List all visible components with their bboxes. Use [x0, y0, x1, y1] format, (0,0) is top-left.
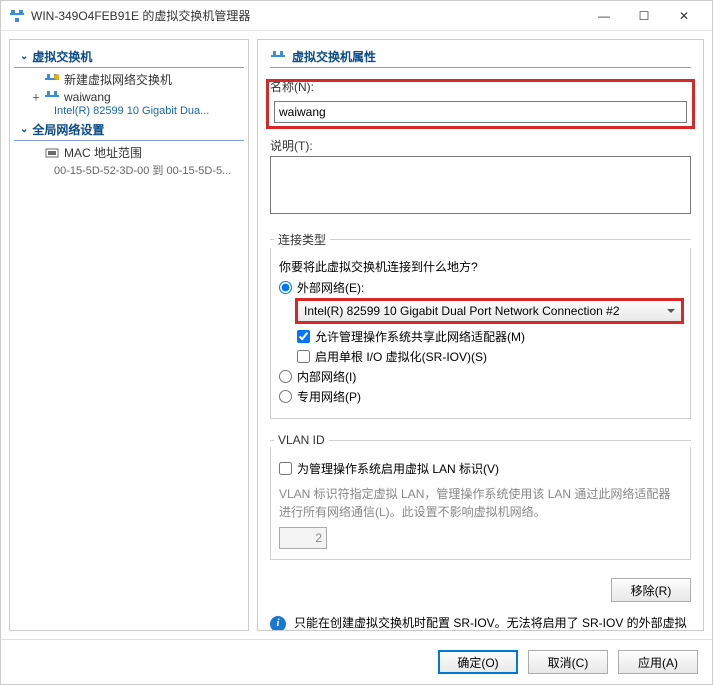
- cancel-button[interactable]: 取消(C): [528, 650, 608, 674]
- radio-internal[interactable]: [279, 370, 292, 383]
- info-row: i 只能在创建虚拟交换机时配置 SR-IOV。无法将启用了 SR-IOV 的外部…: [270, 614, 691, 631]
- remove-button[interactable]: 移除(R): [611, 578, 691, 602]
- connection-group: 连接类型 你要将此虚拟交换机连接到什么地方? 外部网络(E): Intel(R)…: [270, 231, 691, 419]
- titlebar: WIN-349O4FEB91E 的虚拟交换机管理器 — ☐ ✕: [1, 1, 712, 31]
- cb-vlan[interactable]: [279, 462, 292, 475]
- radio-internal-row[interactable]: 内部网络(I): [279, 368, 682, 385]
- tree-item-waiwang[interactable]: + waiwang: [10, 89, 248, 105]
- app-icon: [9, 8, 25, 24]
- content: ⌄ 虚拟交换机 新建虚拟网络交换机 + waiwang Intel(R) 825…: [1, 31, 712, 639]
- radio-external-label: 外部网络(E):: [297, 279, 364, 296]
- main-header-label: 虚拟交换机属性: [292, 48, 376, 65]
- radio-external-row[interactable]: 外部网络(E):: [279, 279, 682, 296]
- sidebar: ⌄ 虚拟交换机 新建虚拟网络交换机 + waiwang Intel(R) 825…: [9, 39, 249, 631]
- connection-question: 你要将此虚拟交换机连接到什么地方?: [279, 258, 682, 275]
- minimize-button[interactable]: —: [584, 2, 624, 30]
- info-icon: i: [270, 616, 286, 631]
- cb-allow-mgmt[interactable]: [297, 330, 310, 343]
- info-text: 只能在创建虚拟交换机时配置 SR-IOV。无法将启用了 SR-IOV 的外部虚拟…: [294, 614, 691, 631]
- radio-internal-label: 内部网络(I): [297, 368, 356, 385]
- cb-allow-mgmt-row[interactable]: 允许管理操作系统共享此网络适配器(M): [297, 328, 682, 345]
- adapter-dropdown[interactable]: Intel(R) 82599 10 Gigabit Dual Port Netw…: [297, 300, 682, 322]
- radio-private-label: 专用网络(P): [297, 388, 361, 405]
- connection-group-title: 连接类型: [274, 231, 330, 248]
- tree-item-label: 新建虚拟网络交换机: [64, 71, 172, 88]
- cb-vlan-label: 为管理操作系统启用虚拟 LAN 标识(V): [297, 460, 499, 477]
- new-switch-icon: [44, 73, 60, 87]
- window-title: WIN-349O4FEB91E 的虚拟交换机管理器: [31, 7, 584, 24]
- section-global-settings[interactable]: ⌄ 全局网络设置: [14, 119, 244, 141]
- cb-sriov[interactable]: [297, 350, 310, 363]
- expander-icon[interactable]: +: [30, 90, 42, 104]
- remove-row: 移除(R): [270, 578, 691, 602]
- cb-sriov-row[interactable]: 启用单根 I/O 虚拟化(SR-IOV)(S): [297, 348, 682, 365]
- maximize-button[interactable]: ☐: [624, 2, 664, 30]
- close-button[interactable]: ✕: [664, 2, 704, 30]
- tree-item-mac-range[interactable]: MAC 地址范围: [10, 143, 248, 162]
- switch-icon: [44, 90, 60, 104]
- section-virtual-switches[interactable]: ⌄ 虚拟交换机: [14, 46, 244, 68]
- ok-button[interactable]: 确定(O): [438, 650, 518, 674]
- cb-vlan-row[interactable]: 为管理操作系统启用虚拟 LAN 标识(V): [279, 460, 682, 477]
- desc-input[interactable]: [270, 156, 691, 214]
- vlan-group-title: VLAN ID: [274, 433, 329, 447]
- desc-label: 说明(T):: [270, 137, 691, 154]
- cb-allow-mgmt-label: 允许管理操作系统共享此网络适配器(M): [315, 328, 525, 345]
- tree-item-label: waiwang: [64, 90, 111, 104]
- nic-icon: [44, 146, 60, 160]
- tree: ⌄ 虚拟交换机 新建虚拟网络交换机 + waiwang Intel(R) 825…: [10, 40, 248, 630]
- radio-private[interactable]: [279, 390, 292, 403]
- apply-button[interactable]: 应用(A): [618, 650, 698, 674]
- section-label: 虚拟交换机: [32, 48, 92, 65]
- section-label: 全局网络设置: [32, 121, 104, 138]
- vlan-note: VLAN 标识符指定虚拟 LAN，管理操作系统使用该 LAN 通过此网络适配器进…: [279, 485, 682, 521]
- name-input[interactable]: [274, 101, 687, 123]
- name-label: 名称(N):: [270, 78, 691, 95]
- tree-item-waiwang-sub: Intel(R) 82599 10 Gigabit Dua...: [10, 105, 248, 117]
- chevron-icon: ⌄: [20, 124, 28, 135]
- vlan-group: VLAN ID 为管理操作系统启用虚拟 LAN 标识(V) VLAN 标识符指定…: [270, 433, 691, 560]
- radio-private-row[interactable]: 专用网络(P): [279, 388, 682, 405]
- tree-item-label: MAC 地址范围: [64, 144, 142, 161]
- main-header: 虚拟交换机属性: [270, 48, 691, 68]
- chevron-icon: ⌄: [20, 51, 28, 62]
- radio-external[interactable]: [279, 281, 292, 294]
- switch-icon: [270, 50, 286, 64]
- footer: 确定(O) 取消(C) 应用(A): [1, 639, 712, 684]
- vlan-id-input: [279, 527, 327, 549]
- tree-item-mac-sub: 00-15-5D-52-3D-00 到 00-15-5D-5...: [10, 162, 248, 178]
- c b-sriov-label: 启用单根 I/O 虚拟化(SR-IOV)(S): [315, 348, 487, 365]
- tree-item-new-switch[interactable]: 新建虚拟网络交换机: [10, 70, 248, 89]
- main-panel: 虚拟交换机属性 名称(N): 说明(T): 连接类型 你要将此虚拟交换机连接到什…: [257, 39, 704, 631]
- adapter-value: Intel(R) 82599 10 Gigabit Dual Port Netw…: [304, 304, 620, 318]
